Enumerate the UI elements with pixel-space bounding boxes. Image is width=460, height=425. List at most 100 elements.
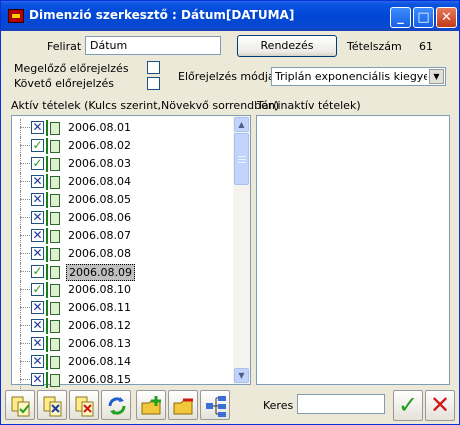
add-folder-tool-button[interactable] [136,390,166,420]
tree-connector [20,145,30,146]
tree-item[interactable]: ✕ 2006.08.01 [12,119,232,137]
tree-line [20,263,21,281]
checked-checkbox[interactable]: ✓ [31,157,44,170]
tree-connector [20,127,30,128]
sort-document-icon [46,120,61,136]
tree-item[interactable]: ✓ 2006.08.09 [12,263,232,281]
crossed-checkbox[interactable]: ✕ [31,193,44,206]
search-input[interactable] [297,394,385,414]
window-title: Dimenzió szerkesztő : Dátum[DATUMA] [29,8,295,22]
tree-item[interactable]: ✕ 2006.08.07 [12,227,232,245]
crossed-checkbox[interactable]: ✕ [31,247,44,260]
folder-add-icon [141,396,161,415]
search-label: Keres [263,399,294,412]
tree-item[interactable]: ✕ 2006.08.12 [12,317,232,335]
checked-checkbox[interactable]: ✓ [31,265,44,278]
tetelszam-label: Tételszám [347,40,402,53]
tree-connector [20,271,30,272]
tree-item-label: 2006.08.07 [68,229,131,242]
hierarchy-tool-button[interactable] [200,390,230,420]
tree-item[interactable]: ✕ 2006.08.11 [12,299,232,317]
rendezes-button[interactable]: Rendezés [237,35,337,57]
megelozo-checkbox[interactable] [147,61,160,74]
tree-item[interactable]: ✓ 2006.08.10 [12,281,232,299]
tree-line [20,317,21,335]
tree-connector [20,379,30,380]
sort-document-icon [46,138,61,154]
scroll-thumb[interactable] [234,133,249,185]
cancel-button[interactable]: ✕ [425,390,455,421]
felirat-input[interactable]: Dátum [85,36,221,55]
tree-item-label: 2006.08.05 [68,193,131,206]
tree-connector [20,253,30,254]
tree-item[interactable]: ✓ 2006.08.02 [12,137,232,155]
tetelszam-value: 61 [419,40,433,53]
tree-connector [20,307,30,308]
sort-document-icon [46,300,61,316]
check-all-icon [11,396,30,417]
refresh-tool-button[interactable] [101,390,131,420]
sort-document-icon [46,282,61,298]
uncheck-all-tool-button[interactable] [37,390,67,420]
active-panel-header: Aktív tételek (Kulcs szerint,Növekvő sor… [11,99,280,112]
tree-item-label: 2006.08.14 [68,355,131,368]
tree-item[interactable]: ✕ 2006.08.05 [12,191,232,209]
vertical-scrollbar[interactable]: ▲ ▼ [233,116,250,384]
tree-connector [20,289,30,290]
koveto-checkbox[interactable] [147,77,160,90]
tree-item-label: 2006.08.06 [68,211,131,224]
tree-item[interactable]: ✕ 2006.08.14 [12,353,232,371]
tree-line [20,137,21,155]
chevron-down-icon[interactable]: ▼ [429,69,444,84]
checked-checkbox[interactable]: ✓ [31,139,44,152]
check-all-tool-button[interactable] [5,390,35,420]
sort-document-icon [46,228,61,244]
inactive-items-list[interactable] [256,115,450,385]
crossed-checkbox[interactable]: ✕ [31,121,44,134]
tree-connector [20,325,30,326]
ok-button[interactable]: ✓ [393,390,423,421]
crossed-checkbox[interactable]: ✕ [31,211,44,224]
tree-line [20,119,21,137]
dimension-editor-window: Dimenzió szerkesztő : Dátum[DATUMA] _ □ … [0,0,460,425]
delete-items-tool-button[interactable] [69,390,99,420]
tree-item-label: 2006.08.12 [68,319,131,332]
tree-item[interactable]: ✕ 2006.08.04 [12,173,232,191]
tree-item[interactable]: ✕ 2006.08.08 [12,245,232,263]
checked-checkbox[interactable]: ✓ [31,283,44,296]
tree-line [20,191,21,209]
tree-line [20,371,21,389]
tree-item[interactable]: ✕ 2006.08.13 [12,335,232,353]
crossed-checkbox[interactable]: ✕ [31,301,44,314]
tree-connector [20,199,30,200]
title-bar[interactable]: Dimenzió szerkesztő : Dátum[DATUMA] _ □ … [1,1,459,31]
maximize-button[interactable]: □ [413,7,434,28]
scroll-up-button[interactable]: ▲ [234,117,249,132]
refresh-icon [108,397,126,415]
tree-item[interactable]: ✕ 2006.08.15 [12,371,232,389]
crossed-checkbox[interactable]: ✕ [31,319,44,332]
tree-line [20,245,21,263]
tree-line [20,353,21,371]
uncheck-all-icon [43,396,62,417]
sort-document-icon [46,174,61,190]
tree-line [20,173,21,191]
active-items-tree[interactable]: ▲ ▼ ✕ 2006.08.01 ✓ 2006.08.02 ✓ 2006.08.03 ✕ 20… [11,115,251,389]
crossed-checkbox[interactable]: ✕ [31,337,44,350]
tree-line [20,281,21,299]
tree-item[interactable]: ✓ 2006.08.03 [12,155,232,173]
crossed-checkbox[interactable]: ✕ [31,355,44,368]
elorejelzes-mod-select[interactable]: Triplán exponenciális kiegyenlítés ▼ [271,67,446,86]
app-icon [8,9,24,23]
crossed-checkbox[interactable]: ✕ [31,175,44,188]
crossed-checkbox[interactable]: ✕ [31,373,44,386]
tree-item-label: 2006.08.15 [68,373,131,386]
crossed-checkbox[interactable]: ✕ [31,229,44,242]
close-button[interactable]: ✕ [436,7,457,28]
scroll-down-button[interactable]: ▼ [234,368,249,383]
tree-connector [20,343,30,344]
remove-folder-tool-button[interactable] [168,390,198,420]
tree-item-label: 2006.08.11 [68,301,131,314]
tree-item[interactable]: ✕ 2006.08.06 [12,209,232,227]
minimize-button[interactable]: _ [390,7,411,28]
